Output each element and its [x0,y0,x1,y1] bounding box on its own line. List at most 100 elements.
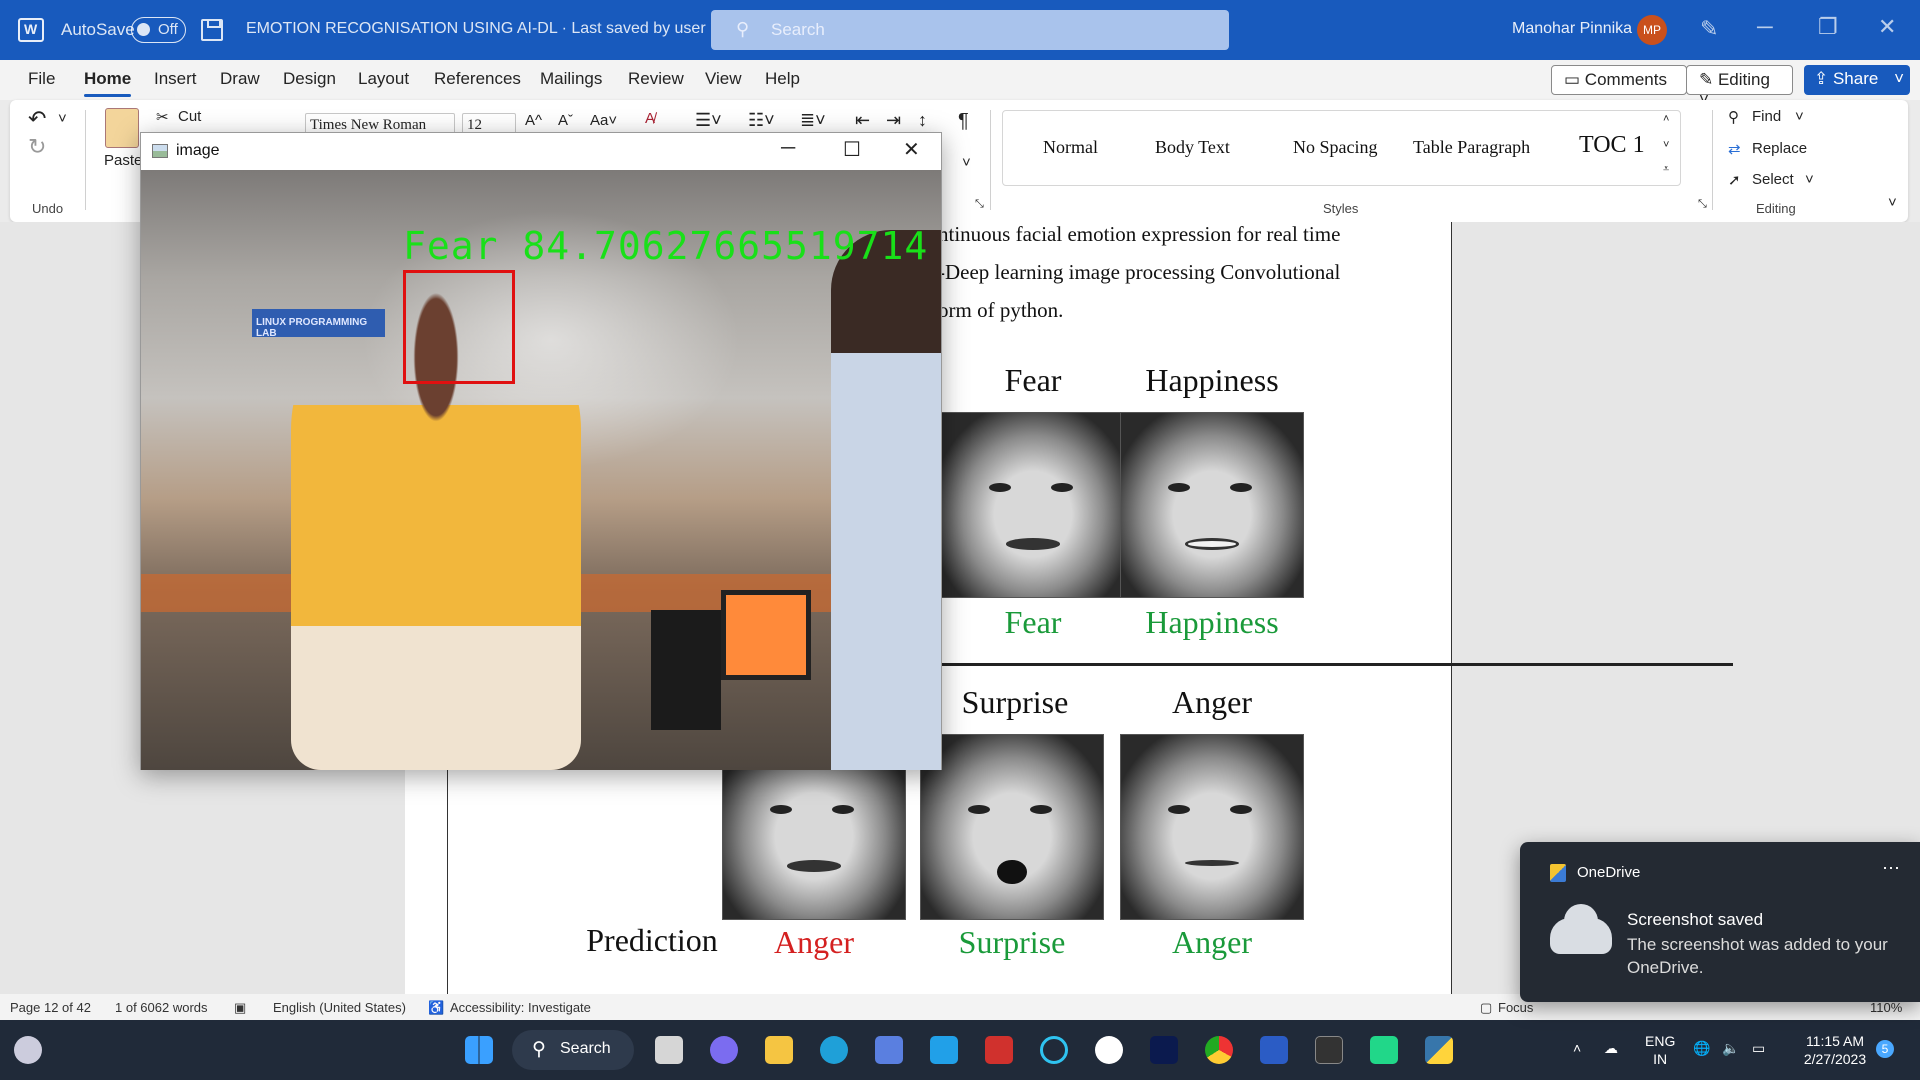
minimize-icon[interactable]: ─ [1757,14,1773,40]
find-button[interactable]: Find [1752,108,1781,125]
select-button[interactable]: Select [1752,171,1794,188]
shrink-font-icon[interactable]: Aˇ [558,112,573,129]
taskbar-search[interactable]: ⚲ Search [512,1030,634,1070]
tab-design[interactable]: Design [283,69,336,89]
avatar[interactable]: MP [1637,15,1667,45]
edge-icon[interactable] [820,1036,848,1064]
tab-view[interactable]: View [705,69,742,89]
word-count[interactable]: 1 of 6062 words [115,1000,208,1015]
user-name[interactable]: Manohar Pinnika [1512,20,1632,38]
style-no-spacing[interactable]: No Spacing [1293,137,1378,158]
disney-plus-icon[interactable] [1150,1036,1178,1064]
select-dropdown-icon[interactable]: ˅ [1805,171,1814,188]
tab-home[interactable]: Home [84,69,132,97]
style-table-paragraph[interactable]: Table Paragraph [1413,137,1530,158]
styles-more-icon[interactable]: ⩡ [1663,163,1669,176]
tab-review[interactable]: Review [628,69,684,89]
paste-icon[interactable] [105,108,139,148]
store-icon[interactable] [875,1036,903,1064]
weather-icon[interactable] [14,1036,42,1064]
focus-mode[interactable]: Focus [1498,1000,1533,1015]
share-button[interactable]: ⇪ Share ˅ [1804,65,1910,95]
replace-button[interactable]: Replace [1752,140,1807,157]
paste-label[interactable]: Paste [104,152,142,169]
decrease-indent-icon[interactable]: ⇤ [855,110,870,131]
clear-formatting-icon[interactable]: A̸ [645,110,655,127]
python-icon[interactable] [1425,1036,1453,1064]
collapse-ribbon-icon[interactable]: ˅ [1888,194,1897,211]
task-view-icon[interactable] [655,1036,683,1064]
editing-mode-button[interactable]: ✎ Editing ˅ [1686,65,1793,109]
chrome-icon[interactable] [1205,1036,1233,1064]
cut-label[interactable]: Cut [178,108,201,125]
sort-icon[interactable]: ↕ [918,110,927,131]
autosave-toggle[interactable]: Off [131,17,186,43]
styles-scroll-down-icon[interactable]: ˅ [1663,139,1669,151]
grow-font-icon[interactable]: A^ [525,112,542,129]
multilevel-list-icon[interactable]: ≣˅ [800,110,826,131]
show-marks-icon[interactable]: ¶ [958,110,969,133]
image-window-titlebar[interactable]: image ─ ☐ ✕ [141,133,941,170]
language-indicator[interactable]: ENG IN [1645,1032,1675,1068]
tab-layout[interactable]: Layout [358,69,409,89]
tab-insert[interactable]: Insert [154,69,197,89]
style-normal[interactable]: Normal [1043,137,1098,158]
teams-chat-icon[interactable] [710,1036,738,1064]
comments-button[interactable]: ▭ Comments [1551,65,1687,95]
google-icon[interactable] [1095,1036,1123,1064]
image-window-close-icon[interactable]: ✕ [903,137,920,162]
proofing-icon[interactable]: ▣ [234,1000,246,1016]
file-explorer-icon[interactable] [765,1036,793,1064]
onedrive-notification[interactable]: OneDrive ⋯ Screenshot saved The screensh… [1520,842,1920,1002]
zoom-level[interactable]: 110% [1870,1000,1902,1015]
tab-draw[interactable]: Draw [220,69,260,89]
language[interactable]: English (United States) [273,1000,406,1015]
tab-file[interactable]: File [28,69,55,89]
start-icon[interactable] [465,1036,493,1064]
tab-references[interactable]: References [434,69,521,89]
image-window-maximize-icon[interactable]: ☐ [843,137,861,162]
more-options-icon[interactable]: ⋯ [1882,858,1900,879]
tab-help[interactable]: Help [765,69,800,89]
word-icon[interactable] [1260,1036,1288,1064]
onedrive-tray-icon[interactable]: ☁ [1604,1039,1618,1057]
show-hidden-icons-icon[interactable]: ˄ [1573,1039,1581,1057]
volume-icon[interactable]: 🔈 [1722,1039,1739,1057]
document-title[interactable]: EMOTION RECOGNISATION USING AI-DL · Last… [246,20,719,38]
image-window-minimize-icon[interactable]: ─ [781,137,795,160]
tab-mailings[interactable]: Mailings [540,69,602,89]
change-case-icon[interactable]: Aa˅ [590,112,617,129]
cortana-icon[interactable] [1040,1036,1068,1064]
undo-icon[interactable]: ↶ [28,106,46,132]
accessibility-status[interactable]: Accessibility: Investigate [450,1000,591,1015]
share-dropdown-icon[interactable]: ˅ [1894,69,1904,89]
undo-dropdown-icon[interactable]: ˅ [58,110,67,127]
app-l-icon[interactable] [930,1036,958,1064]
scissors-icon[interactable]: ✂ [156,108,169,126]
style-toc-1[interactable]: TOC 1 [1579,132,1645,159]
borders-dropdown-icon[interactable]: ˅ [962,154,971,171]
page-count[interactable]: Page 12 of 42 [10,1000,91,1015]
increase-indent-icon[interactable]: ⇥ [886,110,901,131]
paragraph-launcher-icon[interactable]: ⤡ [975,198,984,211]
image-window[interactable]: image ─ ☐ ✕ LINUX PROGRAMMING LAB Fear 8… [140,132,942,770]
styles-launcher-icon[interactable]: ⤡ [1698,198,1707,211]
style-body-text[interactable]: Body Text [1155,137,1230,158]
network-icon[interactable]: 🌐 [1693,1039,1710,1057]
close-icon[interactable]: ✕ [1878,14,1896,40]
numbering-icon[interactable]: ☷˅ [748,110,775,131]
designer-pen-icon[interactable]: ✎ [1700,16,1718,42]
save-icon[interactable] [201,19,223,41]
battery-icon[interactable]: ▭ [1752,1039,1765,1057]
notification-badge[interactable]: 5 [1876,1040,1894,1058]
clock[interactable]: 11:15 AM 2/27/2023 [1790,1032,1880,1068]
pycharm-icon[interactable] [1370,1036,1398,1064]
redo-icon[interactable]: ↻ [28,134,46,160]
mcafee-icon[interactable] [985,1036,1013,1064]
styles-scroll-up-icon[interactable]: ˄ [1663,113,1669,125]
search-input[interactable]: ⚲ Search [711,10,1229,50]
find-dropdown-icon[interactable]: ˅ [1795,108,1804,125]
bullets-icon[interactable]: ☰˅ [695,110,722,131]
terminal-icon[interactable] [1315,1036,1343,1064]
restore-icon[interactable]: ❐ [1818,14,1838,40]
